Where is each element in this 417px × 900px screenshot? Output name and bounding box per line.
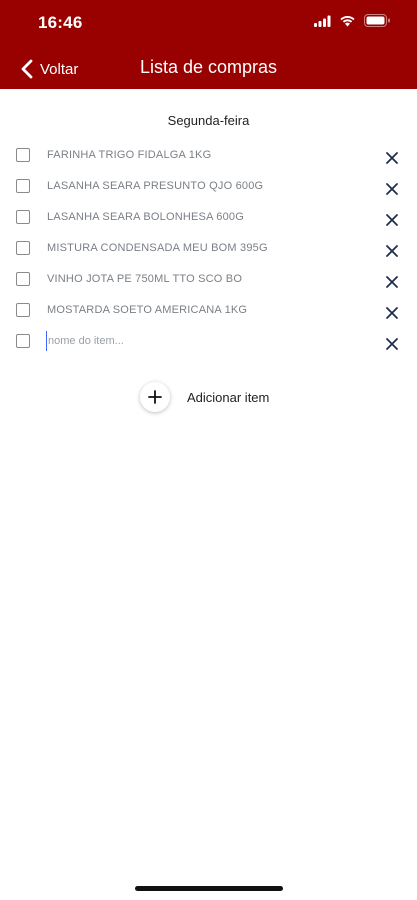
plus-icon: [148, 390, 162, 404]
add-item-button[interactable]: Adicionar item: [140, 382, 269, 412]
signal-icon: [314, 15, 331, 27]
wifi-icon: [340, 15, 355, 26]
page-title: Lista de compras: [139, 57, 278, 77]
item-checkbox[interactable]: [16, 241, 30, 255]
item-checkbox[interactable]: [16, 303, 30, 317]
home-indicator: [135, 886, 283, 891]
new-item-row: [0, 326, 417, 357]
close-icon[interactable]: [385, 213, 399, 227]
app-header: 16:46 Voltar Lista de compras: [0, 0, 417, 89]
list-item: MOSTARDA SOETO AMERICANA 1KG: [0, 295, 417, 326]
list-item: VINHO JOTA PE 750ML TTO SCO BO: [0, 264, 417, 295]
status-time: 16:46: [38, 13, 83, 32]
item-label[interactable]: LASANHA SEARA PRESUNTO QJO 600G: [47, 180, 263, 192]
item-checkbox[interactable]: [16, 334, 30, 348]
item-label[interactable]: FARINHA TRIGO FIDALGA 1KG: [47, 149, 211, 161]
item-checkbox[interactable]: [16, 272, 30, 286]
close-icon[interactable]: [385, 337, 399, 351]
item-label[interactable]: MISTURA CONDENSADA MEU BOM 395G: [47, 242, 268, 254]
close-icon[interactable]: [385, 306, 399, 320]
battery-icon: [364, 14, 390, 27]
close-icon[interactable]: [385, 151, 399, 165]
item-label[interactable]: VINHO JOTA PE 750ML TTO SCO BO: [47, 273, 242, 285]
close-icon[interactable]: [385, 275, 399, 289]
add-item-label: Adicionar item: [187, 389, 270, 405]
item-checkbox[interactable]: [16, 210, 30, 224]
new-item-input[interactable]: [46, 331, 348, 351]
shopping-list: FARINHA TRIGO FIDALGA 1KG LASANHA SEARA …: [0, 140, 417, 357]
list-item: MISTURA CONDENSADA MEU BOM 395G: [0, 233, 417, 264]
item-label[interactable]: LASANHA SEARA BOLONHESA 600G: [47, 211, 244, 223]
close-icon[interactable]: [385, 182, 399, 196]
status-icons: [314, 14, 391, 27]
list-item: LASANHA SEARA BOLONHESA 600G: [0, 202, 417, 233]
item-checkbox[interactable]: [16, 148, 30, 162]
item-label[interactable]: MOSTARDA SOETO AMERICANA 1KG: [47, 304, 247, 316]
item-checkbox[interactable]: [16, 179, 30, 193]
close-icon[interactable]: [385, 244, 399, 258]
add-circle[interactable]: [140, 382, 170, 412]
list-item: LASANHA SEARA PRESUNTO QJO 600G: [0, 171, 417, 202]
day-label: Segunda-feira: [167, 113, 250, 128]
list-item: FARINHA TRIGO FIDALGA 1KG: [0, 140, 417, 171]
